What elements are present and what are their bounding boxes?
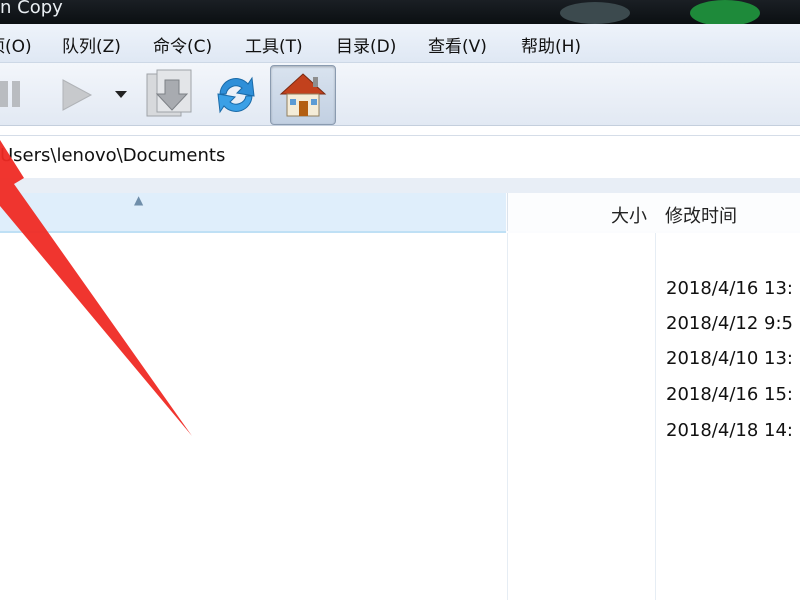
- annotation-arrow-icon: [0, 140, 192, 436]
